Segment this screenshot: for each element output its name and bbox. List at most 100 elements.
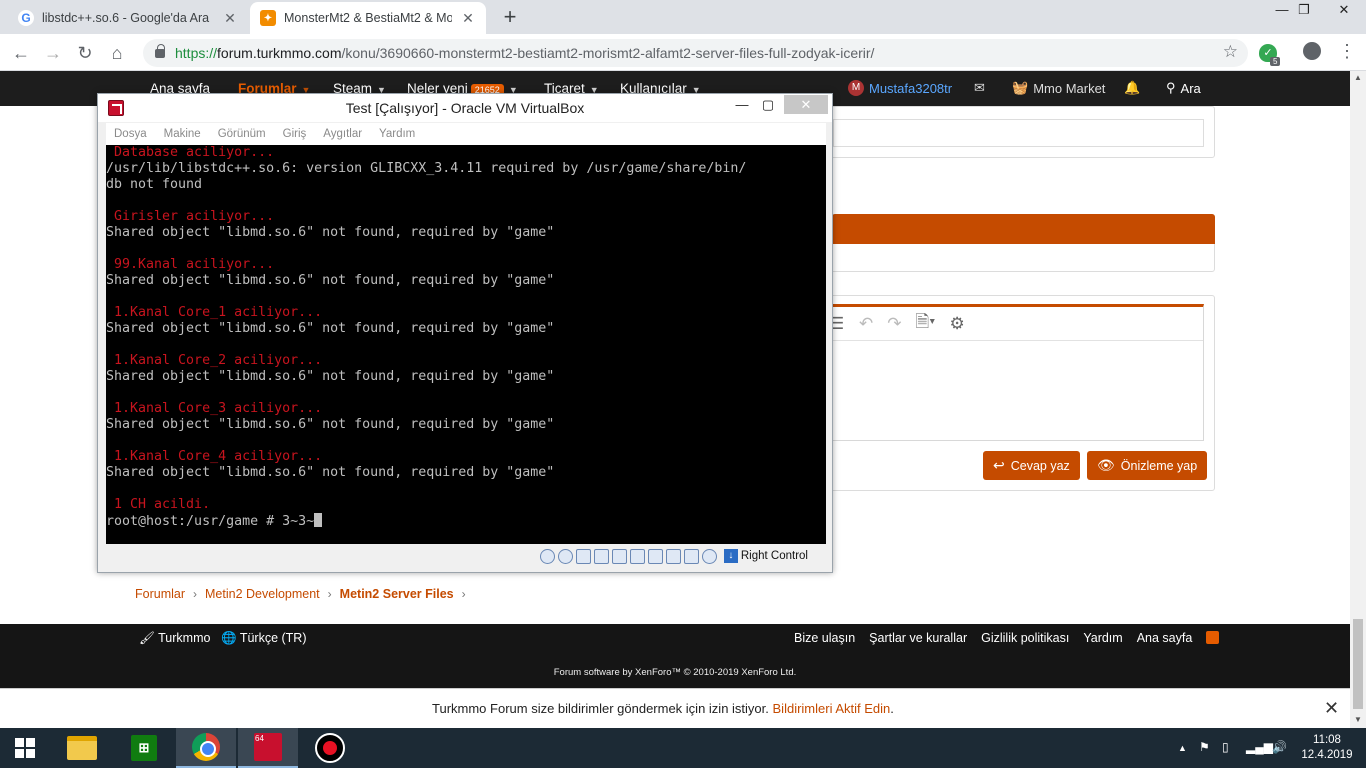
vm-console[interactable]: Database aciliyor... /usr/lib/libstdc++.…	[106, 145, 826, 544]
basket-icon: 🧺	[1012, 80, 1029, 95]
inbox-icon[interactable]: ✉	[974, 80, 985, 96]
back-button[interactable]: ←	[8, 40, 34, 66]
virtualization-icon[interactable]	[683, 548, 699, 564]
taskbar-recorder[interactable]	[300, 728, 360, 768]
close-icon[interactable]: ✕	[1324, 698, 1339, 719]
vbox-close-button[interactable]: ✕	[784, 95, 828, 114]
avatar: M	[848, 80, 864, 96]
scrollbar-thumb[interactable]	[1353, 619, 1363, 709]
breadcrumb: Forumlar › Metin2 Development › Metin2 S…	[135, 587, 466, 601]
usb-icon[interactable]	[611, 548, 627, 564]
maximize-window-button[interactable]: ❐	[1282, 0, 1326, 22]
vbox-minimize-button[interactable]: —	[729, 97, 755, 112]
tray-wifi-icon[interactable]: ▂▄▆	[1246, 740, 1273, 754]
mouse-integration-icon[interactable]	[701, 548, 717, 564]
scroll-up-icon[interactable]: ▲	[1350, 71, 1366, 85]
url-scheme: https://	[175, 45, 218, 61]
console-line: Shared object "libmd.so.6" not found, re…	[106, 273, 555, 288]
taskbar-virtualbox[interactable]: 64	[238, 728, 298, 768]
scroll-down-icon[interactable]: ▼	[1350, 713, 1366, 727]
optical-drive-icon[interactable]	[557, 548, 573, 564]
tab-close-icon[interactable]: ✕	[222, 10, 238, 27]
footer-brand[interactable]: 🖌 Turkmmo	[139, 631, 210, 646]
content-box	[833, 119, 1204, 147]
footer-language-label: Türkçe (TR)	[239, 631, 307, 645]
virtualbox-window: Test [Çalışıyor] - Oracle VM VirtualBox …	[97, 93, 833, 573]
tab-title: libstdc++.so.6 - Google'da Ara	[42, 11, 210, 25]
vbox-menubar: Dosya Makine Görünüm Giriş Aygıtlar Yard…	[106, 123, 826, 145]
close-window-button[interactable]: ✕	[1322, 0, 1366, 22]
tray-battery-icon[interactable]: ▯	[1222, 740, 1229, 754]
tray-flag-icon[interactable]: ⚑	[1199, 740, 1210, 754]
home-button[interactable]: ⌂	[104, 40, 130, 66]
forward-button[interactable]: →	[40, 40, 66, 66]
footer-language[interactable]: 🌐 Türkçe (TR)	[221, 631, 307, 646]
tab-title: MonsterMt2 & BestiaMt2 & Mori	[284, 11, 452, 25]
audio-icon[interactable]	[575, 548, 591, 564]
reply-editor[interactable]: ☰ ↶ ↷ 🗎▾ ⚙	[829, 304, 1204, 441]
lock-icon	[155, 43, 165, 58]
bookmark-star-icon[interactable]: ☆	[1223, 42, 1238, 62]
notification-period: .	[890, 701, 894, 716]
preview-button[interactable]: 👁 Önizleme yap	[1087, 451, 1208, 480]
undo-icon[interactable]: ↶	[859, 314, 873, 334]
menu-machine[interactable]: Makine	[164, 128, 201, 140]
breadcrumb-forums[interactable]: Forumlar	[135, 587, 185, 601]
nav-market[interactable]: 🧺 Mmo Market	[1012, 80, 1105, 96]
taskbar-file-explorer[interactable]	[52, 728, 112, 768]
menu-help[interactable]: Yardım	[379, 128, 415, 140]
drafts-icon[interactable]: 🗎▾	[916, 309, 936, 338]
menu-kebab-icon[interactable]: ⋮	[1338, 42, 1356, 60]
tray-expand-icon[interactable]: ▲	[1178, 743, 1187, 753]
taskbar-clock[interactable]: 11:08 12.4.2019	[1296, 733, 1358, 763]
footer-link-terms[interactable]: Şartlar ve kurallar	[869, 631, 967, 645]
tab-google-search[interactable]: G libstdc++.so.6 - Google'da Ara ✕	[8, 2, 248, 34]
console-line: db not found	[106, 177, 203, 192]
footer-link-privacy[interactable]: Gizlilik politikası	[981, 631, 1069, 645]
shared-folders-icon[interactable]	[629, 548, 645, 564]
hdd-icon[interactable]	[539, 548, 555, 564]
redo-icon[interactable]: ↷	[887, 314, 901, 334]
footer-link-contact[interactable]: Bize ulaşın	[794, 631, 855, 645]
breadcrumb-server-files[interactable]: Metin2 Server Files	[340, 587, 454, 601]
footer-link-home[interactable]: Ana sayfa	[1137, 631, 1193, 645]
account-icon[interactable]	[1303, 42, 1321, 60]
store-icon: ⊞	[131, 735, 157, 761]
forum-footer: 🖌 Turkmmo 🌐 Türkçe (TR) Bize ulaşın Şart…	[0, 624, 1350, 688]
breadcrumb-metin2-development[interactable]: Metin2 Development	[205, 587, 320, 601]
windows-activation-subtitle: Windows'u etkinleştirmek için kişisel bi…	[1003, 588, 1290, 624]
gear-icon[interactable]: ⚙	[949, 314, 964, 334]
menu-file[interactable]: Dosya	[114, 128, 147, 140]
browser-toolbar: ← → ↻ ⌂ https://forum.turkmmo.com/konu/3…	[0, 34, 1366, 71]
network-icon[interactable]	[593, 548, 609, 564]
taskbar-store[interactable]: ⊞	[114, 728, 174, 768]
address-bar[interactable]: https://forum.turkmmo.com/konu/3690660-m…	[143, 39, 1248, 67]
taskbar-chrome[interactable]	[176, 728, 236, 768]
nav-account[interactable]: M Mustafa3208tr	[848, 80, 952, 96]
menu-devices[interactable]: Aygıtlar	[323, 128, 362, 140]
page-scrollbar[interactable]: ▲ ▼	[1350, 71, 1366, 728]
tray-volume-icon[interactable]: 🔊	[1272, 740, 1287, 754]
menu-input[interactable]: Giriş	[283, 128, 307, 140]
reload-button[interactable]: ↻	[72, 40, 98, 66]
display-icon[interactable]	[647, 548, 663, 564]
chevron-right-icon: ›	[461, 587, 466, 601]
tab-turkmmo[interactable]: ✦ MonsterMt2 & BestiaMt2 & Mori ✕	[250, 2, 486, 34]
menu-view[interactable]: Görünüm	[218, 128, 266, 140]
new-tab-button[interactable]: +	[498, 5, 522, 29]
enable-notifications-link[interactable]: Bildirimleri Aktif Edin	[773, 701, 891, 716]
vbox-maximize-button[interactable]: ▢	[755, 97, 781, 113]
console-prompt: root@host:/usr/game # 3~3~	[106, 514, 315, 529]
footer-links: Bize ulaşın Şartlar ve kurallar Gizlilik…	[794, 631, 1220, 645]
vbox-titlebar[interactable]: Test [Çalışıyor] - Oracle VM VirtualBox …	[98, 94, 832, 122]
reply-button[interactable]: ↩ Cevap yaz	[983, 451, 1080, 480]
tab-close-icon[interactable]: ✕	[460, 10, 476, 27]
footer-link-help[interactable]: Yardım	[1083, 631, 1122, 645]
chevron-right-icon: ›	[193, 587, 198, 601]
recording-icon[interactable]	[665, 548, 681, 564]
nav-search[interactable]: ⚲ Ara	[1166, 80, 1201, 96]
turkmmo-favicon-icon: ✦	[260, 10, 276, 26]
start-button[interactable]	[0, 728, 50, 768]
rss-icon[interactable]	[1206, 631, 1220, 644]
bell-icon[interactable]: 🔔	[1124, 80, 1140, 96]
